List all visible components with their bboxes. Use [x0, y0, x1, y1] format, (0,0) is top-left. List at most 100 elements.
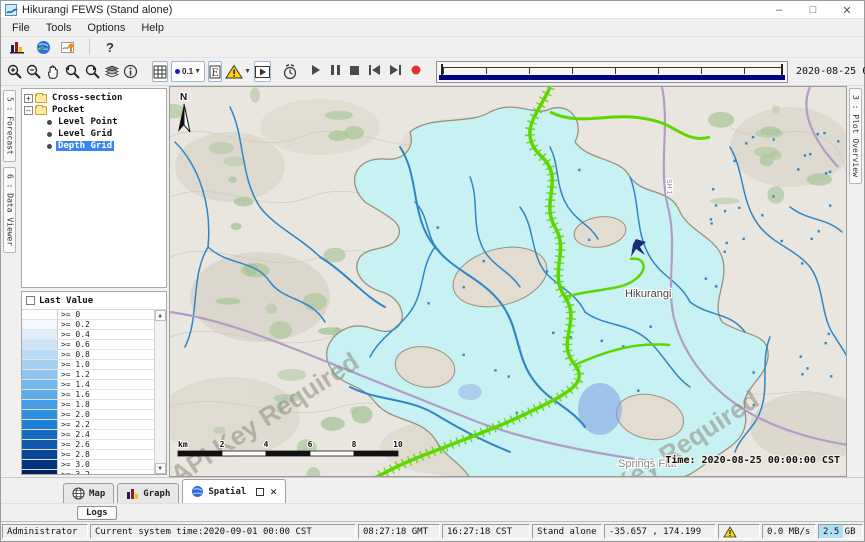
- help-icon[interactable]: ?: [100, 38, 120, 56]
- tab-close-icon[interactable]: ✕: [270, 485, 277, 498]
- tree-item-label-selected: Depth Grid: [56, 141, 114, 151]
- time-slider[interactable]: [436, 61, 788, 83]
- zoom-previous-icon[interactable]: [64, 61, 81, 82]
- bullet-icon: [47, 120, 52, 125]
- tab-graph[interactable]: Graph: [117, 483, 179, 503]
- warning-dropdown-button[interactable]: ▼: [225, 61, 251, 82]
- toolbar-separator: [89, 39, 90, 55]
- tab-map[interactable]: Map: [63, 483, 114, 503]
- timer-settings-icon[interactable]: [282, 61, 298, 82]
- scale-tick: 2: [219, 440, 224, 449]
- legend-row[interactable]: >= 2.8: [22, 450, 154, 460]
- zoom-out-icon[interactable]: [26, 61, 42, 82]
- legend-row[interactable]: >= 2.0: [22, 410, 154, 420]
- maximize-icon[interactable]: □: [796, 1, 830, 19]
- animation-panel-button[interactable]: [254, 61, 271, 82]
- legend-row-label: >= 1.4: [58, 380, 154, 389]
- folder-icon: [35, 106, 47, 115]
- play-button[interactable]: [311, 65, 321, 78]
- tree-item-level-grid[interactable]: Level Grid: [24, 128, 164, 140]
- info-icon[interactable]: [123, 61, 138, 82]
- title-bar: Hikurangi FEWS (Stand alone) – □ ✕: [1, 1, 864, 19]
- left-tab-strip: 5 : Forecast 6 : Data Viewer: [1, 86, 19, 477]
- map-view[interactable]: API Key Required API Key Required Hikura…: [169, 86, 847, 477]
- zoom-in-icon[interactable]: [7, 61, 23, 82]
- legend-color-swatch: [22, 400, 58, 409]
- tree-item-cross-section[interactable]: + Cross-section: [24, 92, 164, 104]
- legend-color-swatch: [22, 430, 58, 439]
- legend-row[interactable]: >= 3.2: [22, 470, 154, 474]
- scroll-down-icon[interactable]: ▼: [155, 463, 166, 474]
- stop-button[interactable]: [350, 66, 359, 78]
- status-warning-cell[interactable]: [718, 524, 760, 539]
- contour-interval-dropdown[interactable]: 0.1 ▼: [171, 61, 205, 82]
- pause-button[interactable]: [331, 65, 340, 78]
- legend-color-swatch: [22, 320, 58, 329]
- app-icon: [5, 4, 17, 16]
- tab-forecast[interactable]: 5 : Forecast: [3, 90, 16, 162]
- legend-row[interactable]: >= 1.2: [22, 370, 154, 380]
- tree-item-level-point[interactable]: Level Point: [24, 116, 164, 128]
- legend-row[interactable]: >= 0.4: [22, 330, 154, 340]
- menu-help[interactable]: Help: [134, 21, 171, 35]
- tree-item-label: Level Grid: [56, 129, 114, 139]
- map-time-overlay: Time: 2020-08-25 00:00:00 CST: [665, 454, 840, 466]
- folder-icon: [35, 94, 47, 103]
- expand-icon[interactable]: +: [24, 94, 33, 103]
- legend-row[interactable]: >= 1.8: [22, 400, 154, 410]
- legend-row[interactable]: >= 0.8: [22, 350, 154, 360]
- skip-end-button[interactable]: [390, 65, 401, 78]
- last-value-checkbox[interactable]: [26, 296, 35, 305]
- legend-row[interactable]: >= 0.2: [22, 320, 154, 330]
- legend-row[interactable]: >= 3.0: [22, 460, 154, 470]
- scroll-up-icon[interactable]: ▲: [155, 310, 166, 321]
- globe-icon[interactable]: [33, 38, 53, 56]
- tab-plot-overview[interactable]: 3 : Plot Overview: [849, 88, 862, 184]
- legend-row[interactable]: >= 2.2: [22, 420, 154, 430]
- tree-item-pocket[interactable]: – Pocket: [24, 104, 164, 116]
- scale-tick: 4: [263, 440, 268, 449]
- map-toolbar: 0.1 ▼ E ▼: [1, 58, 864, 86]
- status-user: Administrator: [2, 524, 88, 539]
- zoom-next-icon[interactable]: [84, 61, 101, 82]
- legend-row[interactable]: >= 1.6: [22, 390, 154, 400]
- chevron-down-icon: ▼: [244, 68, 251, 75]
- bullet-icon: [47, 144, 52, 149]
- town-label: Hikurangi: [625, 288, 671, 300]
- tree-item-depth-grid[interactable]: Depth Grid: [24, 140, 164, 152]
- tab-spatial[interactable]: Spatial ✕: [182, 479, 286, 503]
- record-button[interactable]: [411, 65, 421, 78]
- collapse-icon[interactable]: –: [24, 106, 33, 115]
- menu-file[interactable]: File: [5, 21, 37, 35]
- legend-row-label: >= 0.2: [58, 320, 154, 329]
- database-chart-icon[interactable]: [7, 38, 27, 56]
- minimize-icon[interactable]: –: [762, 1, 796, 19]
- chevron-down-icon: ▼: [194, 68, 201, 75]
- legend-row-label: >= 3.0: [58, 460, 154, 469]
- layers-icon[interactable]: [104, 61, 120, 82]
- legend-row[interactable]: >= 0: [22, 310, 154, 320]
- profile-chart-icon[interactable]: [59, 38, 79, 56]
- grid-display-button[interactable]: [152, 61, 168, 82]
- logs-button[interactable]: Logs: [77, 506, 117, 520]
- legend-row-label: >= 0.6: [58, 340, 154, 349]
- legend-row[interactable]: >= 0.6: [22, 340, 154, 350]
- legend-row[interactable]: >= 1.4: [22, 380, 154, 390]
- pan-hand-icon[interactable]: [45, 61, 61, 82]
- legend-toggle-button[interactable]: E: [208, 61, 222, 82]
- legend-color-swatch: [22, 380, 58, 389]
- legend-row-label: >= 3.2: [58, 470, 154, 474]
- menu-tools[interactable]: Tools: [39, 21, 79, 35]
- logs-row: Logs: [1, 503, 864, 521]
- legend-row[interactable]: >= 1.0: [22, 360, 154, 370]
- tab-data-viewer[interactable]: 6 : Data Viewer: [3, 167, 16, 253]
- menu-options[interactable]: Options: [80, 21, 132, 35]
- bottom-tab-bar: Map Graph Spatial ✕: [1, 477, 864, 503]
- legend-color-swatch: [22, 460, 58, 469]
- skip-start-button[interactable]: [369, 65, 380, 78]
- tab-maximize-icon[interactable]: [256, 488, 264, 496]
- legend-row[interactable]: >= 2.6: [22, 440, 154, 450]
- legend-scrollbar[interactable]: ▲ ▼: [154, 310, 166, 474]
- legend-row[interactable]: >= 2.4: [22, 430, 154, 440]
- close-icon[interactable]: ✕: [830, 1, 864, 19]
